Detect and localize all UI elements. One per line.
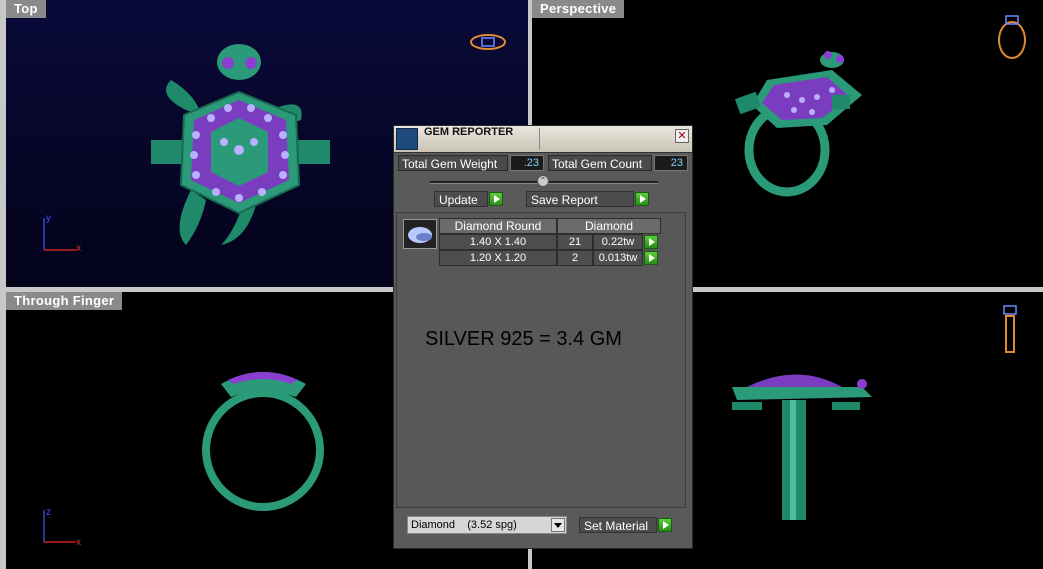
material-dropdown-value: Diamond (3.52 spg)	[411, 519, 517, 531]
table-header-shape: Diamond Round	[439, 218, 557, 234]
axis-label-y: y	[46, 213, 51, 224]
axis-label-z: z	[46, 507, 51, 518]
ring-orientation-icon	[470, 34, 506, 50]
ring-orientation-icon	[1003, 305, 1017, 353]
ring-orientation-icon	[998, 15, 1026, 59]
update-go-icon[interactable]	[489, 192, 503, 206]
axis-label-x: x	[76, 537, 81, 548]
total-gem-count-label: Total Gem Count	[548, 155, 652, 171]
row1-size: 1.40 X 1.40	[439, 234, 557, 250]
material-note: SILVER 925 = 3.4 GM	[425, 328, 622, 350]
save-report-button[interactable]: Save Report	[526, 191, 634, 207]
total-gem-weight-label: Total Gem Weight	[398, 155, 508, 171]
row1-go-icon[interactable]	[644, 235, 658, 249]
material-dropdown[interactable]: Diamond (3.52 spg)	[407, 516, 567, 534]
set-material-button[interactable]: Set Material	[579, 517, 657, 533]
update-button[interactable]: Update	[434, 191, 488, 207]
title-separator	[539, 128, 540, 150]
row1-weight: 0.22tw	[593, 234, 643, 250]
total-gem-count-value: 23	[654, 155, 688, 171]
save-report-go-icon[interactable]	[635, 192, 649, 206]
slider-handle[interactable]: ⌃	[537, 175, 549, 187]
set-material-go-icon[interactable]	[658, 518, 672, 532]
row2-weight: 0.013tw	[593, 250, 643, 266]
chevron-down-icon[interactable]	[551, 518, 565, 532]
row1-count: 21	[557, 234, 593, 250]
row2-size: 1.20 X 1.20	[439, 250, 557, 266]
diamond-round-icon	[403, 219, 437, 249]
close-button[interactable]: ✕	[675, 129, 689, 143]
table-header-gem-type: Diamond	[557, 218, 661, 234]
row2-go-icon[interactable]	[644, 251, 658, 265]
gem-reporter-titlebar[interactable]: GEM REPORTER ✕	[394, 126, 692, 153]
gem-reporter-title: GEM REPORTER	[424, 126, 514, 138]
axis-label-x: x	[76, 243, 81, 254]
row2-count: 2	[557, 250, 593, 266]
gem-report-icon	[396, 128, 418, 150]
total-gem-weight-value: .23	[510, 155, 544, 171]
gem-reporter-panel[interactable]: GEM REPORTER ✕ Total Gem Weight .23 Tota…	[393, 125, 693, 549]
